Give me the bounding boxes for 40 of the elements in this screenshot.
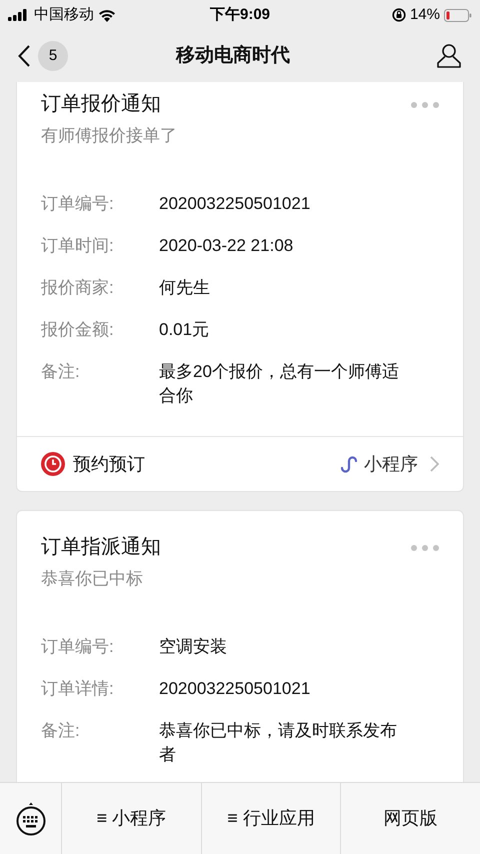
mini-program-label: 小程序 <box>364 452 418 476</box>
menu-item[interactable]: ≡ 行业应用 <box>227 805 315 832</box>
field-value: 2020032250501021 <box>159 193 312 215</box>
field-value: 最多20个报价，总有一个师傅适合你 <box>159 361 400 407</box>
field-value: 何先生 <box>159 277 211 299</box>
card-subtitle: 有师傅报价接单了 <box>41 125 177 147</box>
field-value: 2020032250501021 <box>159 678 312 700</box>
field-value: 恭喜你已中标，请及时联系发布者 <box>159 720 398 766</box>
status-time: 下午9:09 <box>208 4 272 25</box>
field-label: 报价金额: <box>41 319 115 341</box>
field-value: 空调安装 <box>159 636 228 658</box>
field-label: 订单编号: <box>41 636 115 658</box>
wifi-icon <box>98 8 116 22</box>
card-subtitle: 恭喜你已中标 <box>41 568 143 590</box>
field-label: 订单详情: <box>41 678 115 700</box>
field-label: 订单编号: <box>41 193 115 215</box>
card-title: 订单报价通知 <box>41 92 161 117</box>
card-footer[interactable]: 预约预订 小程序 <box>17 436 463 491</box>
page-title: 移动电商时代 <box>176 44 290 68</box>
profile-icon[interactable] <box>436 43 462 69</box>
menu-item[interactable]: 网页版 <box>384 805 438 832</box>
field-label: 报价商家: <box>41 277 115 299</box>
menu-item[interactable]: ≡ 小程序 <box>96 805 166 832</box>
unread-badge: 5 <box>38 41 68 71</box>
clock-icon <box>41 452 65 476</box>
rotation-lock-icon <box>392 8 406 22</box>
field-value: 2020-03-22 21:08 <box>159 235 294 257</box>
field-label: 备注: <box>41 361 81 383</box>
field-value: 0.01元 <box>159 319 210 341</box>
back-icon[interactable] <box>18 45 30 67</box>
battery-percent: 14% <box>410 4 440 25</box>
field-label: 订单时间: <box>41 235 115 257</box>
link-icon <box>340 455 358 473</box>
field-label: 备注: <box>41 720 81 742</box>
card-title: 订单指派通知 <box>41 535 161 560</box>
keyboard-icon[interactable] <box>14 802 46 836</box>
battery-icon <box>444 8 472 22</box>
chevron-right-icon <box>430 456 439 472</box>
carrier-name: 中国移动 <box>34 4 94 25</box>
service-name: 预约预订 <box>73 452 146 476</box>
